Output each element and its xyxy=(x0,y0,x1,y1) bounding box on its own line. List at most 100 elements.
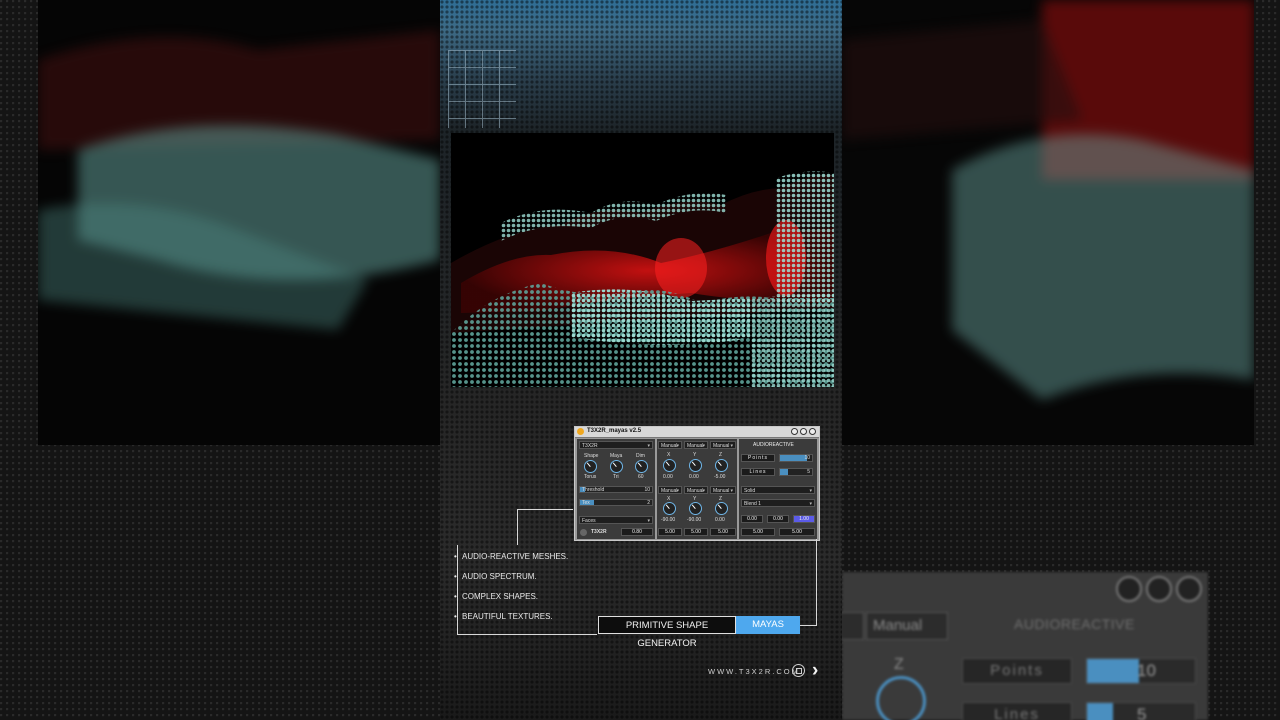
connector-line-right-bottom xyxy=(800,625,817,626)
ghost-z-knob xyxy=(876,676,926,720)
y-scale-value[interactable]: 5.00 xyxy=(684,528,708,536)
maya-label: Maya xyxy=(610,453,623,459)
x-scale-value[interactable]: 5.00 xyxy=(658,528,682,536)
ghost-points-label: Points xyxy=(962,658,1072,684)
connector-line-bottom xyxy=(457,634,597,635)
ghost-points-bar: 10 xyxy=(1086,658,1196,684)
background-left-blurred xyxy=(0,0,440,720)
ghost-manual-select: Manual xyxy=(866,612,948,640)
feature-item: COMPLEX SHAPES. xyxy=(454,592,538,601)
ghost-select-arrow xyxy=(842,612,864,640)
edit-icon[interactable] xyxy=(800,428,807,435)
mayas-tag[interactable]: MAYAS xyxy=(736,616,800,634)
z-position-value: -5.00 xyxy=(714,474,726,480)
y-position-value: 0.00 xyxy=(689,474,699,480)
maya-value: Tri xyxy=(613,474,619,480)
feature-item: AUDIO-REACTIVE MESHES. xyxy=(454,552,568,561)
center-promo-panel: T3X2R_mayas v2.5 T3X2R Shape Maya Dim To… xyxy=(440,0,842,720)
z-position-knob[interactable] xyxy=(715,459,728,472)
preset-select[interactable]: T3X2R xyxy=(579,441,653,450)
background-right-blurred: Manual AUDIOREACTIVE Points 10 Lines 5 Z xyxy=(842,0,1280,720)
points-slider[interactable]: 10 xyxy=(779,454,813,462)
audioreactive-title: AUDIOREACTIVE xyxy=(753,442,794,448)
shape-label: Shape xyxy=(584,453,599,459)
y-rotation-knob[interactable] xyxy=(689,502,702,515)
x-label: X xyxy=(667,452,671,458)
faces-select[interactable]: Faces xyxy=(579,516,653,525)
ghost-z-label: Z xyxy=(894,656,904,673)
ghost-minimize-icon xyxy=(1116,576,1142,602)
grid-decoration xyxy=(448,50,516,128)
transform-section: Manual Manual Manual X Y Z 0.00 0.00 -5.… xyxy=(657,439,737,539)
manual-select-x[interactable]: Manual xyxy=(658,441,682,450)
shape-section: T3X2R Shape Maya Dim Torus Tri 60 Thresh… xyxy=(577,439,655,539)
ghost-audioreactive-title: AUDIOREACTIVE xyxy=(1014,616,1135,632)
feature-item: AUDIO SPECTRUM. xyxy=(454,572,537,581)
connector-line-right xyxy=(816,539,817,625)
blurred-visualizer-left xyxy=(38,0,440,445)
z-rotation-value: 0.00 xyxy=(715,517,725,523)
mesh-visualizer xyxy=(451,133,834,387)
lines-label: Lines xyxy=(741,468,775,476)
texture-slider[interactable]: Tex 2 xyxy=(579,499,653,506)
power-icon[interactable] xyxy=(580,529,587,536)
t3x2r-label: T3X2R xyxy=(591,529,607,535)
plugin-status-icon xyxy=(577,428,584,435)
x-rotation-knob[interactable] xyxy=(663,502,676,515)
shape-knob[interactable] xyxy=(584,460,597,473)
blurred-mesh-left xyxy=(38,30,440,330)
bottom-value-1[interactable]: 5.00 xyxy=(741,528,775,536)
threshold-slider[interactable]: Threshold 10 xyxy=(579,486,653,493)
t3x2r-logo-icon xyxy=(792,664,805,677)
audioreactive-section: AUDIOREACTIVE Points 10 Lines 5 Solid Bl… xyxy=(739,439,817,539)
connector-line-left xyxy=(457,545,458,634)
maya-knob[interactable] xyxy=(610,460,623,473)
color-r-value[interactable]: 0.00 xyxy=(741,515,763,523)
points-label: Points xyxy=(741,454,775,462)
minimize-icon[interactable] xyxy=(791,428,798,435)
connector-line-top xyxy=(517,509,573,510)
color-b-value[interactable]: 1.00 xyxy=(793,515,815,523)
manual-select-y[interactable]: Manual xyxy=(684,441,708,450)
close-icon[interactable] xyxy=(809,428,816,435)
primitive-shape-generator-tag: PRIMITIVE SHAPE GENERATOR xyxy=(598,616,736,649)
blurred-visualizer-right xyxy=(842,0,1254,445)
y-position-knob[interactable] xyxy=(689,459,702,472)
ghost-lines-label: Lines xyxy=(962,702,1072,720)
x-position-value: 0.00 xyxy=(663,474,673,480)
audio-reactive-mesh xyxy=(451,171,834,387)
x-position-knob[interactable] xyxy=(663,459,676,472)
z-label: Z xyxy=(719,452,723,458)
z-scale-value[interactable]: 5.00 xyxy=(710,528,736,536)
ghost-close-icon xyxy=(1176,576,1202,602)
blurred-plugin-background: Manual AUDIOREACTIVE Points 10 Lines 5 Z xyxy=(842,572,1208,720)
blurred-mesh-right xyxy=(842,0,1254,400)
z-rotation-knob[interactable] xyxy=(715,502,728,515)
color-g-value[interactable]: 0.00 xyxy=(767,515,789,523)
dim-label: Dim xyxy=(636,453,645,459)
x-rotation-value: -90.00 xyxy=(661,517,676,523)
ghost-lines-bar: 5 xyxy=(1086,702,1196,720)
manual-select-z[interactable]: Manual xyxy=(710,441,736,450)
ghost-edit-icon xyxy=(1146,576,1172,602)
feature-item: BEAUTIFUL TEXTURES. xyxy=(454,612,553,621)
lines-slider[interactable]: 5 xyxy=(779,468,813,476)
dim-value: 60 xyxy=(638,474,644,480)
manual-select-ry[interactable]: Manual xyxy=(684,486,708,495)
mayas-plugin-window: T3X2R_mayas v2.5 T3X2R Shape Maya Dim To… xyxy=(574,426,820,541)
chevron-right-icon[interactable]: › xyxy=(812,660,818,682)
render-mode-select[interactable]: Solid xyxy=(741,486,815,495)
shape-value: Torus xyxy=(584,474,597,480)
bottom-value-2[interactable]: 5.00 xyxy=(779,528,815,536)
manual-select-rz[interactable]: Manual xyxy=(710,486,736,495)
plugin-titlebar[interactable]: T3X2R_mayas v2.5 xyxy=(575,427,819,438)
connector-line-left-upper xyxy=(517,509,518,545)
dim-knob[interactable] xyxy=(635,460,648,473)
plugin-title: T3X2R_mayas v2.5 xyxy=(587,428,642,434)
manual-select-rx[interactable]: Manual xyxy=(658,486,682,495)
y-label: Y xyxy=(693,452,697,458)
website-url[interactable]: WWW.T3X2R.COM xyxy=(708,667,800,676)
t3x2r-value[interactable]: 0.80 xyxy=(621,528,653,536)
y-rotation-value: -90.00 xyxy=(687,517,702,523)
blend-mode-select[interactable]: Blend 1 xyxy=(741,499,815,508)
